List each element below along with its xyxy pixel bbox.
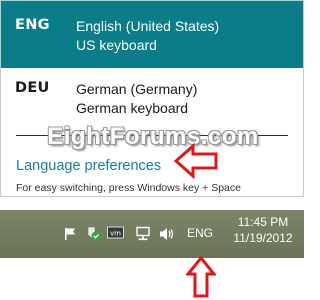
- clock[interactable]: 11:45 PM 11/19/2012: [228, 214, 298, 246]
- network-icon[interactable]: [134, 225, 152, 243]
- language-code: DEU: [15, 80, 50, 96]
- language-code: ENG: [15, 17, 50, 33]
- language-flyout: ENG English (United States) US keyboard …: [0, 0, 304, 197]
- language-option-eng[interactable]: ENG English (United States) US keyboard: [1, 1, 303, 68]
- screenshot: ENG English (United States) US keyboard …: [0, 0, 304, 300]
- speaker-icon[interactable]: [157, 225, 177, 243]
- flag-icon[interactable]: [62, 226, 78, 242]
- switching-hint: For easy switching, press Windows key + …: [16, 182, 241, 194]
- clock-time: 11:45 PM: [237, 215, 289, 229]
- keyboard-name: German keyboard: [76, 100, 189, 116]
- keyboard-name: US keyboard: [76, 37, 157, 53]
- input-language-indicator[interactable]: ENG: [187, 226, 213, 240]
- vm-icon[interactable]: vm: [106, 225, 124, 241]
- up-arrow-annotation-icon: [186, 256, 216, 298]
- shield-check-icon[interactable]: [84, 224, 102, 242]
- clock-date: 11/19/2012: [233, 231, 293, 245]
- language-name: English (United States): [76, 18, 220, 34]
- language-name: German (Germany): [76, 81, 198, 97]
- language-option-deu[interactable]: DEU German (Germany) German keyboard: [1, 68, 303, 123]
- watermark: EightForums.com: [47, 123, 259, 150]
- left-arrow-annotation-icon: [173, 143, 218, 179]
- language-preferences-link[interactable]: Language preferences: [16, 158, 161, 174]
- svg-text:vm: vm: [110, 230, 121, 238]
